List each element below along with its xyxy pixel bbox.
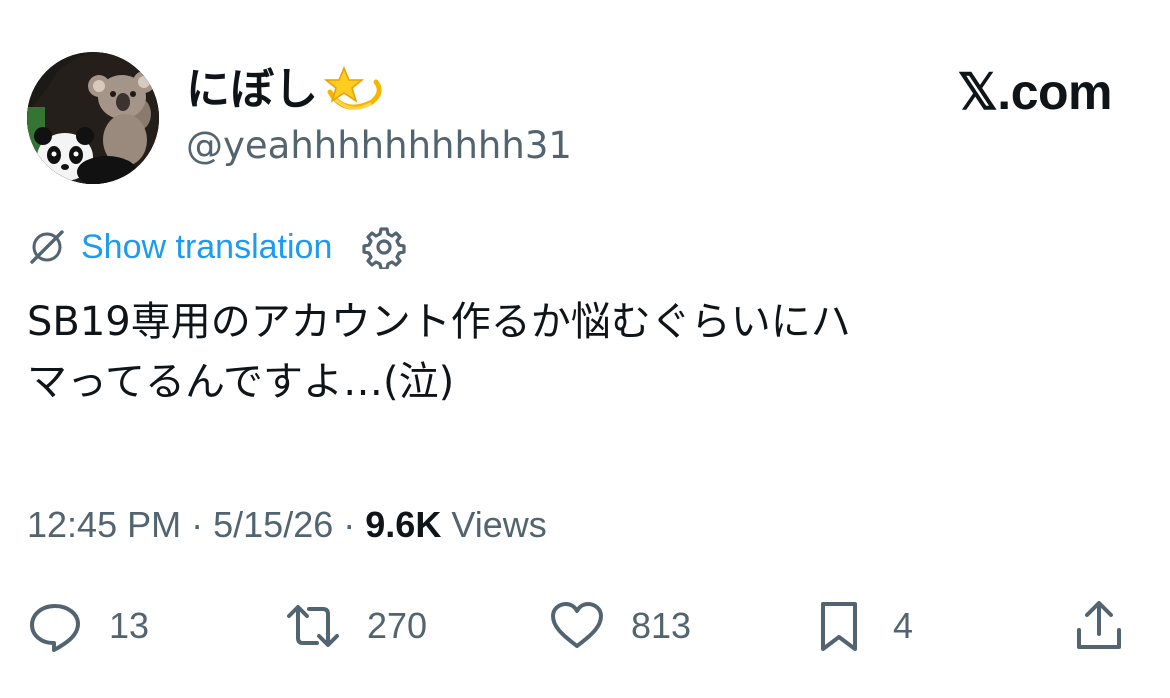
dizzy-star-icon (324, 66, 382, 110)
views-count: 9.6K (365, 504, 442, 545)
globe-off-icon (30, 230, 64, 264)
avatar[interactable] (27, 52, 159, 184)
tweet-actions: 13 270 813 4 (27, 595, 1137, 657)
bookmark-button[interactable]: 4 (811, 595, 913, 657)
share-icon (1077, 601, 1121, 649)
display-name-text: にぼし (186, 64, 318, 115)
reply-count: 13 (109, 605, 150, 646)
reply-icon (30, 604, 80, 652)
views-label: Views (451, 504, 547, 545)
share-button[interactable] (1071, 595, 1127, 657)
show-translation-link[interactable]: Show translation (81, 222, 332, 272)
bookmark-icon (821, 602, 857, 651)
tweet-time[interactable]: 12:45 PM (27, 504, 181, 545)
meta-separator: · (191, 504, 204, 545)
panda-koala-avatar-image (27, 52, 159, 184)
translation-row: Show translation (27, 222, 406, 272)
reply-button[interactable]: 13 (27, 595, 149, 657)
bookmark-count: 4 (893, 605, 914, 646)
gear-icon[interactable] (362, 225, 406, 269)
repost-count: 270 (367, 605, 428, 646)
meta-separator: · (343, 504, 356, 545)
author-display-name[interactable]: にぼし (186, 60, 384, 120)
repost-button[interactable]: 270 (285, 595, 427, 657)
tweet-text: SB19専用のアカウント作るか悩むぐらいにハ マってるんですよ…(泣) (27, 299, 851, 405)
x-com-logo: 𝕏.com (957, 64, 1113, 120)
tweet-date[interactable]: 5/15/26 (213, 504, 333, 545)
repost-icon (287, 605, 339, 647)
like-button[interactable]: 813 (549, 595, 691, 657)
author-handle[interactable]: @yeahhhhhhhhhh31 (186, 120, 572, 172)
heart-icon (551, 602, 603, 648)
like-count: 813 (631, 605, 692, 646)
tweet-meta: 12:45 PM · 5/15/26 · 9.6K Views (27, 498, 547, 552)
